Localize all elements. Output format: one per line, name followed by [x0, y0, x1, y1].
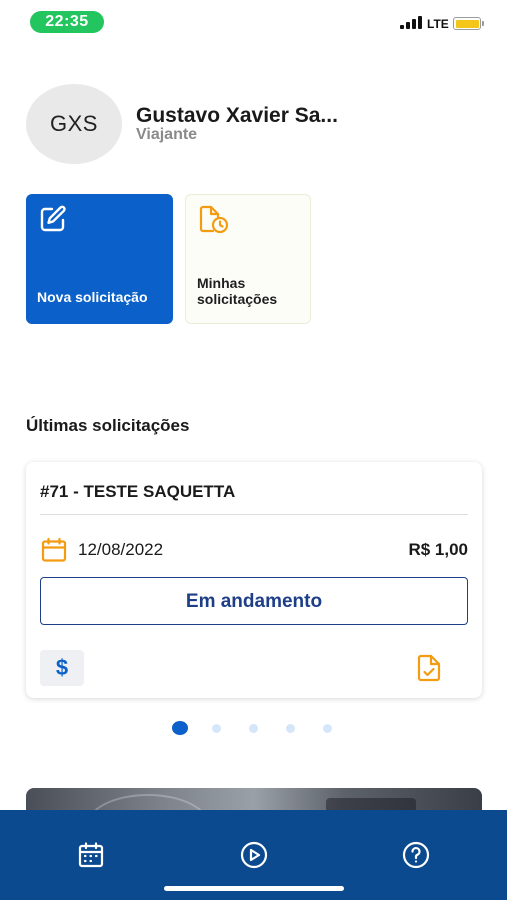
pagination-dot[interactable] [249, 723, 258, 733]
user-name: Gustavo Xavier Sa... [136, 104, 338, 127]
request-date: 12/08/2022 [78, 540, 164, 559]
nav-help[interactable] [401, 840, 431, 870]
my-requests-button[interactable]: Minhas solicitações [185, 194, 311, 324]
battery-icon [453, 17, 484, 30]
play-circle-icon [240, 841, 268, 869]
status-time: 22:35 [30, 11, 104, 33]
my-requests-label: Minhas solicitações [197, 275, 278, 307]
request-title: #71 - TESTE SAQUETTA [40, 482, 236, 501]
user-role: Viajante [136, 126, 198, 143]
calendar-icon [41, 538, 67, 562]
pagination-dot[interactable] [323, 723, 332, 733]
request-card[interactable]: #71 - TESTE SAQUETTA 12/08/2022 R$ 1,00 … [26, 462, 482, 698]
divider [40, 514, 468, 515]
nav-calendar[interactable] [76, 840, 106, 870]
network-type: LTE [427, 17, 449, 31]
pagination-dot[interactable] [172, 721, 188, 735]
pagination-dot[interactable] [212, 723, 221, 733]
avatar[interactable]: GXS [26, 84, 122, 164]
home-indicator [164, 886, 344, 891]
new-request-button[interactable]: Nova solicitação [26, 194, 173, 324]
calendar-icon [78, 842, 104, 868]
status-bar: 22:35 LTE [0, 0, 507, 44]
edit-icon [40, 205, 66, 232]
expense-button[interactable]: $ [40, 650, 84, 686]
document-check-icon[interactable] [416, 654, 442, 682]
pagination-dot[interactable] [286, 723, 295, 733]
document-clock-icon [199, 205, 229, 234]
signal-icon [400, 16, 422, 29]
bottom-navigation [0, 810, 507, 900]
carousel-pagination [172, 721, 360, 735]
recent-requests-title: Últimas solicitações [26, 416, 190, 435]
new-request-label: Nova solicitação [37, 289, 148, 305]
nav-videos[interactable] [239, 840, 269, 870]
status-button[interactable]: Em andamento [40, 577, 468, 625]
request-amount: R$ 1,00 [408, 540, 468, 559]
help-circle-icon [402, 841, 430, 869]
